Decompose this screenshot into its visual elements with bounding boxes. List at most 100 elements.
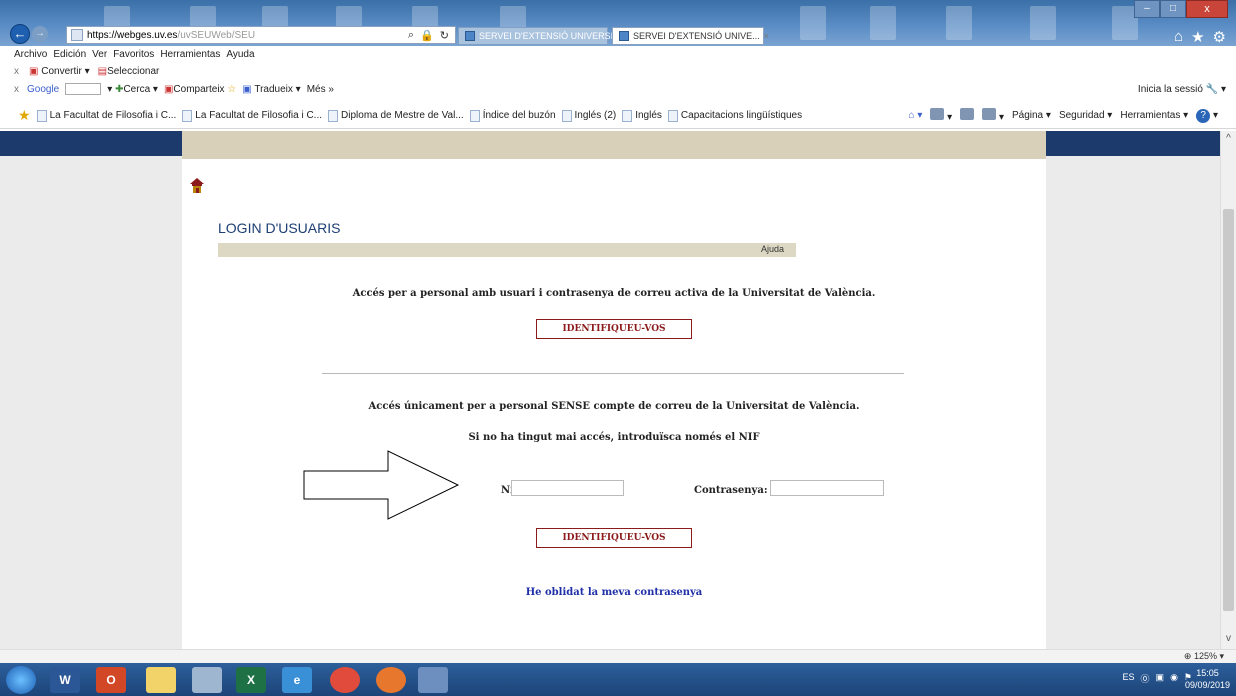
convert-button[interactable]: ▣ Convertir ▾ bbox=[29, 66, 90, 77]
google-search-input[interactable] bbox=[65, 83, 102, 95]
search-button[interactable]: ▾ ✚Cerca ▾ bbox=[107, 84, 158, 95]
menu-archivo[interactable]: Archivo bbox=[14, 49, 47, 60]
back-button[interactable]: ← bbox=[10, 24, 30, 44]
address-url[interactable]: https://webges.uv.es/uvSEUWeb/SEU bbox=[87, 30, 255, 41]
browser-right-icons: ⌂ ★ ⚙ bbox=[1174, 28, 1226, 46]
close-toolbar-icon[interactable]: x bbox=[14, 84, 19, 95]
favorite-item[interactable]: Inglés (2) bbox=[561, 109, 616, 122]
tab-favicon-icon bbox=[465, 31, 475, 41]
refresh-icon[interactable]: ↻ bbox=[440, 29, 449, 42]
forward-button[interactable]: → bbox=[32, 26, 48, 42]
clock-date: 09/09/2019 bbox=[1184, 680, 1230, 690]
password-field[interactable] bbox=[770, 480, 884, 496]
menu-herramientas[interactable]: Herramientas bbox=[160, 49, 220, 60]
no-account-message: Accés únicament per a personal SENSE com… bbox=[368, 401, 860, 412]
menu-ayuda[interactable]: Ayuda bbox=[226, 49, 254, 60]
home-icon[interactable] bbox=[190, 178, 204, 194]
favorite-item[interactable]: Diploma de Mestre de Val... bbox=[328, 109, 464, 122]
mail-icon[interactable] bbox=[960, 108, 975, 123]
folder-icon[interactable] bbox=[146, 667, 176, 693]
home-icon[interactable]: ⌂ bbox=[1174, 28, 1183, 46]
start-button[interactable] bbox=[6, 666, 36, 694]
google-logo: Google bbox=[27, 83, 60, 95]
tab-servei-extensio-2[interactable]: SERVEI D'EXTENSIÓ UNIVE... × bbox=[612, 27, 769, 45]
page-icon bbox=[469, 109, 480, 122]
page-icon bbox=[622, 109, 633, 122]
star-icon: ☆ bbox=[227, 83, 237, 95]
forgot-password-link[interactable]: He oblidat la meva contrasenya bbox=[182, 587, 1046, 598]
network-icon[interactable]: ▣ bbox=[1156, 672, 1165, 685]
tab-servei-extensio-1[interactable]: SERVEI D'EXTENSIÓ UNIVERSI... bbox=[458, 27, 621, 45]
settings-gear-icon[interactable]: ⚙ bbox=[1213, 28, 1226, 46]
favorite-item[interactable]: Capacitacions lingüístiques bbox=[667, 109, 802, 122]
close-toolbar-icon[interactable]: x bbox=[14, 66, 19, 77]
page-icon bbox=[36, 109, 47, 122]
window-icon[interactable] bbox=[192, 667, 222, 693]
google-toolbar: x Google ▾ ✚Cerca ▾ ▣Comparteix ☆ ▣ Trad… bbox=[0, 80, 1236, 98]
remote-desktop-icon[interactable] bbox=[418, 667, 448, 693]
help-link[interactable]: Ajuda bbox=[761, 244, 784, 254]
select-icon: ▤ bbox=[97, 65, 108, 77]
account-access-message: Accés per a personal amb usuari i contra… bbox=[352, 288, 876, 299]
favorites-star-icon[interactable]: ★ bbox=[1191, 28, 1204, 46]
favorites-star-icon[interactable]: ★ bbox=[18, 107, 31, 124]
scroll-up-icon[interactable]: ^ bbox=[1221, 133, 1236, 147]
favorite-item[interactable]: La Facultat de Filosofia i C... bbox=[182, 109, 322, 122]
menu-favoritos[interactable]: Favoritos bbox=[113, 49, 154, 60]
background-thumbnail bbox=[946, 6, 972, 40]
word-icon[interactable]: W bbox=[50, 667, 80, 693]
password-label: Contrasenya: bbox=[694, 485, 768, 496]
outlook-icon[interactable]: O bbox=[96, 667, 126, 693]
rss-icon[interactable]: ▾ bbox=[930, 108, 952, 123]
help-menu[interactable]: ? ▾ bbox=[1196, 108, 1218, 123]
section-divider bbox=[322, 373, 904, 374]
favorite-item[interactable]: La Facultat de Filosofia i C... bbox=[36, 109, 176, 122]
first-access-message: Si no ha tingut mai accés, introduïsca n… bbox=[468, 432, 760, 443]
maximize-button[interactable]: □ bbox=[1160, 0, 1186, 18]
help-icon[interactable]: ⓪ bbox=[1141, 672, 1150, 685]
tab-label: SERVEI D'EXTENSIÓ UNIVERSI... bbox=[479, 30, 621, 41]
background-thumbnail bbox=[870, 6, 896, 40]
command-bar: ⌂ ▾ ▾ ▾ Página ▾ Seguridad ▾ Herramienta… bbox=[909, 108, 1218, 123]
background-thumbnail bbox=[1030, 6, 1056, 40]
page-menu[interactable]: Página ▾ bbox=[1012, 110, 1051, 121]
system-tray: ES ⓪ ▣ ◉ ⚑ bbox=[1123, 672, 1192, 685]
lock-icon[interactable]: 🔒 bbox=[420, 29, 434, 42]
tools-menu[interactable]: Herramientas ▾ bbox=[1120, 110, 1188, 121]
security-menu[interactable]: Seguridad ▾ bbox=[1059, 110, 1112, 121]
minimize-button[interactable]: ‒ bbox=[1134, 0, 1160, 18]
tab-label: SERVEI D'EXTENSIÓ UNIVE... bbox=[633, 30, 760, 41]
signin-link[interactable]: Inicia la sessió 🔧 ▾ bbox=[1138, 84, 1226, 95]
share-button[interactable]: ▣Comparteix ☆ bbox=[164, 84, 236, 95]
favorite-item[interactable]: Inglés bbox=[622, 109, 662, 122]
firefox-icon[interactable] bbox=[376, 667, 406, 693]
menu-ver[interactable]: Ver bbox=[92, 49, 107, 60]
select-button[interactable]: ▤Seleccionar bbox=[98, 66, 160, 77]
language-indicator[interactable]: ES bbox=[1123, 672, 1135, 685]
home-icon[interactable]: ⌂ ▾ bbox=[909, 110, 923, 121]
nif-field[interactable] bbox=[511, 480, 624, 496]
system-clock[interactable]: 15:05 09/09/2019 bbox=[1185, 667, 1230, 691]
chrome-icon[interactable] bbox=[330, 667, 360, 693]
zoom-level[interactable]: ⊕ 125% ▾ bbox=[1184, 651, 1224, 662]
search-icon[interactable]: ⌕ bbox=[408, 29, 414, 42]
address-bar[interactable]: https://webges.uv.es/uvSEUWeb/SEU ⌕ 🔒 ↻ bbox=[66, 26, 456, 44]
tab-close-icon[interactable]: × bbox=[764, 28, 769, 45]
pdf-toolbar: x ▣ Convertir ▾ ▤Seleccionar bbox=[0, 62, 1236, 80]
scroll-down-icon[interactable]: v bbox=[1221, 633, 1236, 647]
tab-favicon-icon bbox=[619, 31, 629, 41]
favorite-item[interactable]: Índice del buzón bbox=[469, 109, 556, 122]
more-button[interactable]: Més » bbox=[307, 84, 334, 95]
identify-button-uv-account[interactable]: IDENTIFIQUEU-VOS bbox=[536, 319, 692, 339]
identify-button-nif[interactable]: IDENTIFIQUEU-VOS bbox=[536, 528, 692, 548]
excel-icon[interactable]: X bbox=[236, 667, 266, 693]
vertical-scrollbar[interactable]: ^ v bbox=[1220, 131, 1236, 649]
menu-edicion[interactable]: Edición bbox=[53, 49, 86, 60]
volume-icon[interactable]: ◉ bbox=[1170, 672, 1178, 685]
print-icon[interactable]: ▾ bbox=[982, 108, 1004, 123]
internet-explorer-icon[interactable]: e bbox=[282, 667, 312, 693]
close-window-button[interactable]: x bbox=[1186, 0, 1228, 18]
scroll-thumb[interactable] bbox=[1223, 209, 1234, 611]
translate-button[interactable]: ▣ Tradueix ▾ bbox=[242, 84, 300, 95]
page-title: LOGIN D'USUARIS bbox=[218, 220, 341, 236]
